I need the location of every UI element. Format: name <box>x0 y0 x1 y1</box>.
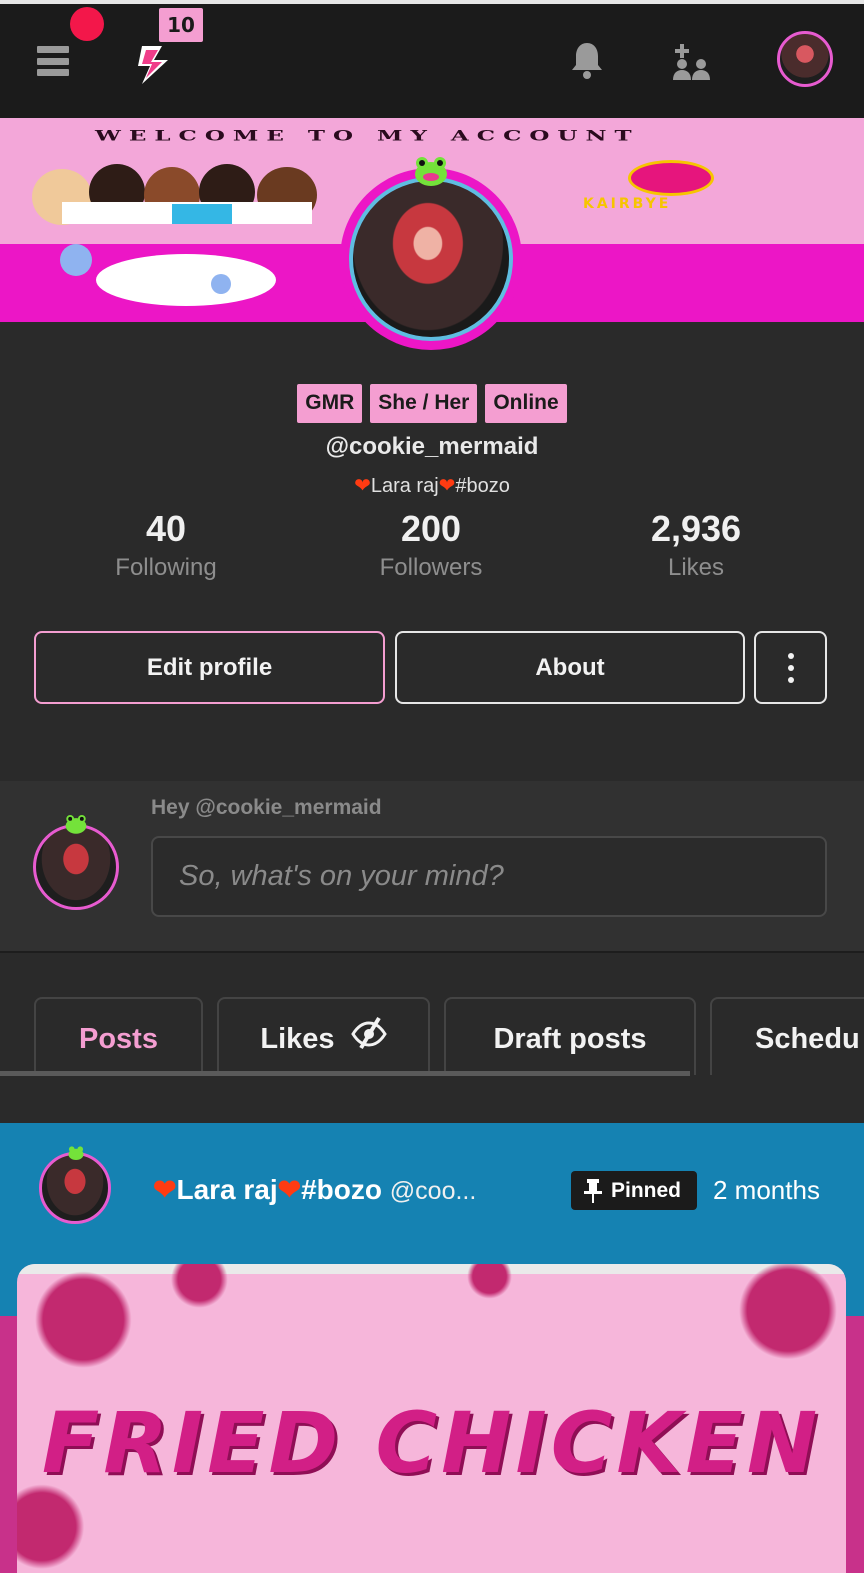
composer-avatar <box>33 824 119 910</box>
profile-bio: ❤Lara raj❤#bozo <box>0 473 864 498</box>
profile-tags: GMR She / Her Online <box>0 384 864 423</box>
frog-icon <box>415 157 447 186</box>
post-image-text: FRIED CHICKEN <box>41 1394 822 1492</box>
banner-title: WELCOME TO MY ACCOUNT <box>95 128 640 145</box>
bio-tag: #bozo <box>455 475 510 497</box>
edit-profile-button[interactable]: Edit profile <box>34 631 385 704</box>
post-author-handle: @coo... <box>389 1177 477 1205</box>
hidden-eye-icon <box>350 1016 387 1050</box>
bell-icon[interactable] <box>570 40 604 80</box>
fire-heart-icon: ❤ <box>153 1174 177 1205</box>
banner-character <box>60 244 276 306</box>
pinned-badge: Pinned <box>571 1171 697 1210</box>
stat-following[interactable]: 40 Following <box>66 508 266 582</box>
profile-stats: 40 Following 200 Followers 2,936 Likes <box>0 508 864 598</box>
more-options-button[interactable] <box>754 631 827 704</box>
top-navigation-bar: 10 <box>0 0 864 118</box>
bio-name: Lara raj <box>370 475 439 497</box>
post-image[interactable]: FRIED CHICKEN <box>17 1264 846 1573</box>
tab-scheduled[interactable]: Schedu <box>710 997 864 1075</box>
banner-logo <box>628 160 714 196</box>
tab-draft-posts[interactable]: Draft posts <box>444 997 696 1075</box>
likes-label: Likes <box>667 554 725 581</box>
pin-icon <box>584 1179 602 1203</box>
account-avatar[interactable] <box>777 31 833 87</box>
stat-likes[interactable]: 2,936 Likes <box>596 508 796 582</box>
tab-likes[interactable]: Likes <box>217 997 430 1075</box>
tag-pronouns: She / Her <box>370 384 478 423</box>
lightning-icon[interactable] <box>132 42 176 86</box>
tag-gmr: GMR <box>297 384 363 423</box>
fire-heart-icon: ❤ <box>438 475 456 497</box>
fire-heart-icon: ❤ <box>277 1174 302 1205</box>
post-author-name: Lara raj <box>176 1174 278 1205</box>
add-user-icon[interactable] <box>672 42 712 82</box>
composer-greeting: Hey @cookie_mermaid <box>151 796 382 819</box>
post-timestamp: 2 months <box>713 1175 820 1205</box>
more-vertical-icon <box>788 653 794 683</box>
frog-icon <box>65 814 87 834</box>
fire-heart-icon: ❤ <box>354 475 371 497</box>
lightning-badge: 10 <box>159 8 203 42</box>
followers-count: 200 <box>400 508 462 549</box>
frog-icon <box>68 1146 84 1161</box>
following-count: 40 <box>145 508 187 549</box>
menu-icon[interactable] <box>37 46 69 76</box>
following-label: Following <box>115 554 217 581</box>
banner-logo-text: KAIRBYE <box>583 196 672 212</box>
tab-likes-label: Likes <box>260 1023 335 1055</box>
banner-illustration <box>32 164 317 225</box>
likes-count: 2,936 <box>650 508 742 549</box>
profile-handle: @cookie_mermaid <box>325 433 539 460</box>
post-author-avatar[interactable] <box>39 1152 111 1224</box>
tabs-scroll-indicator <box>0 1071 690 1076</box>
followers-label: Followers <box>379 554 483 581</box>
about-button[interactable]: About <box>395 631 745 704</box>
notification-dot <box>70 7 104 41</box>
tab-posts[interactable]: Posts <box>34 997 203 1075</box>
post-author-tag: #bozo <box>301 1174 382 1205</box>
post-author[interactable]: ❤Lara raj❤#bozo @coo... <box>153 1173 476 1206</box>
stat-followers[interactable]: 200 Followers <box>331 508 531 582</box>
composer-input[interactable]: So, what's on your mind? <box>151 836 827 917</box>
tag-status: Online <box>485 384 567 423</box>
pinned-label: Pinned <box>611 1179 682 1202</box>
profile-avatar[interactable] <box>340 168 522 350</box>
